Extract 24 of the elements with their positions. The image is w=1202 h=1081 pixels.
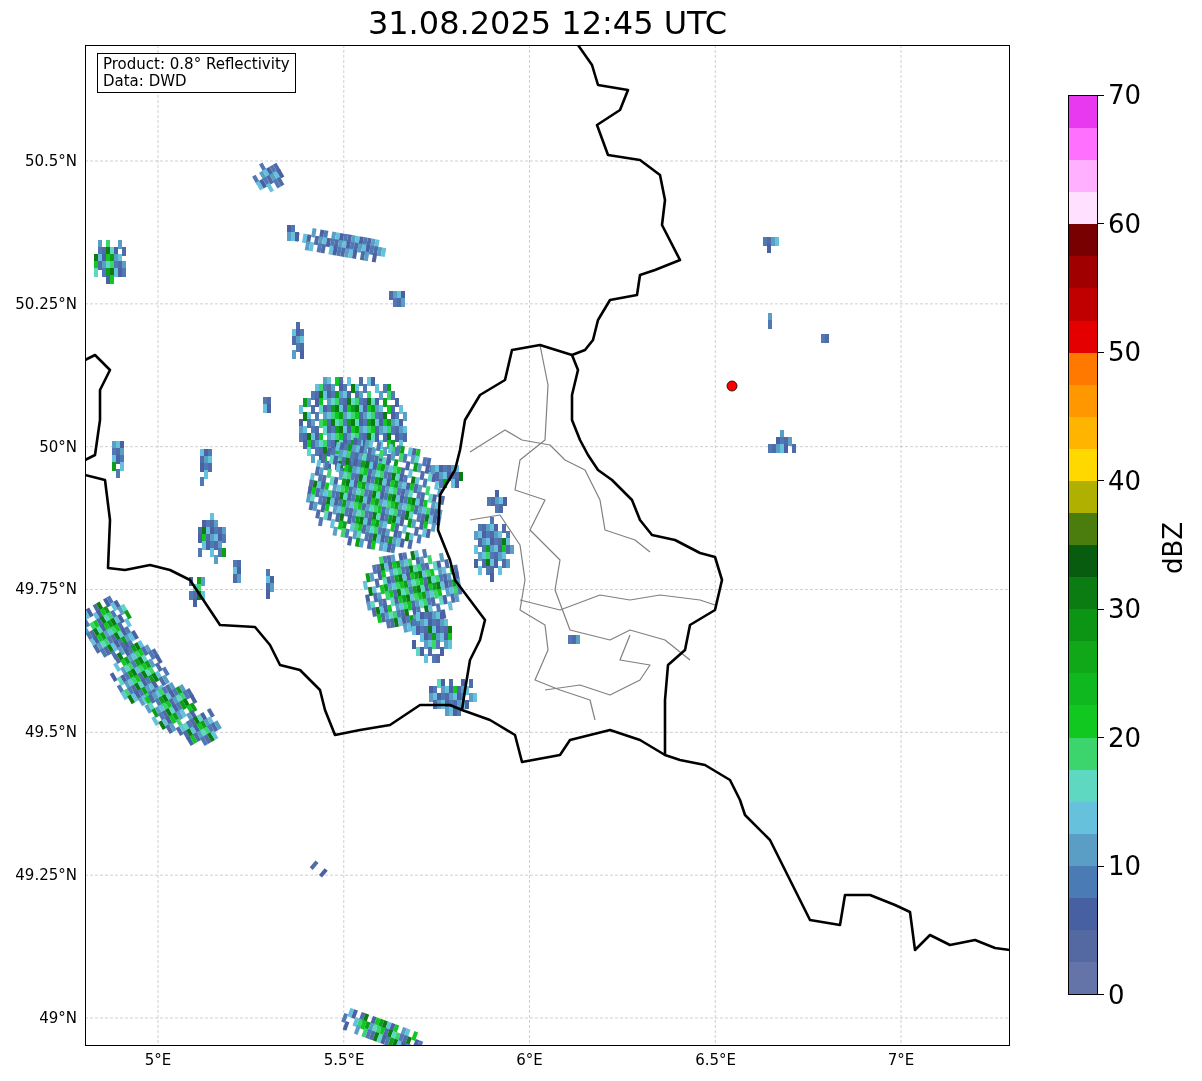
axis-tick-label: 50.25°N [15,294,77,313]
chart-title: 31.08.2025 12:45 UTC [366,3,729,44]
axis-tick-label: 6°E [515,1051,544,1071]
axis-tick-label: 49.5°N [24,723,77,742]
annotation-text: Product: 0.8° Reflectivity [103,56,290,73]
colorbar-tick-label: 20 [1108,722,1142,753]
axis-tick-label: 50°N [39,437,77,456]
colorbar-tick-label: 40 [1108,465,1142,496]
axis-tick-label: 5°E [143,1051,173,1071]
annotation-text: Data: DWD [103,73,188,90]
axis-tick-label: 49°N [39,1008,77,1027]
axis-tick-label: 5.5°E [323,1051,364,1071]
colorbar-tick-label: 60 [1108,208,1142,239]
colorbar-tick-label: 0 [1108,979,1125,1010]
colorbar-tick-label: 10 [1108,851,1142,882]
axis-tick-label: 49.75°N [15,580,77,599]
colorbar-tick-label: 30 [1108,594,1142,625]
axis-tick-label: 50.5°N [24,152,77,170]
colorbar-label: dBZ [1158,521,1189,575]
colorbar-tick-label: 70 [1108,80,1142,110]
axis-tick-label: 6.5°E [695,1051,736,1071]
axis-tick-label: 49.25°N [15,866,77,885]
axis-tick-label: 7°E [886,1051,916,1071]
colorbar-tick-label: 50 [1108,337,1142,368]
